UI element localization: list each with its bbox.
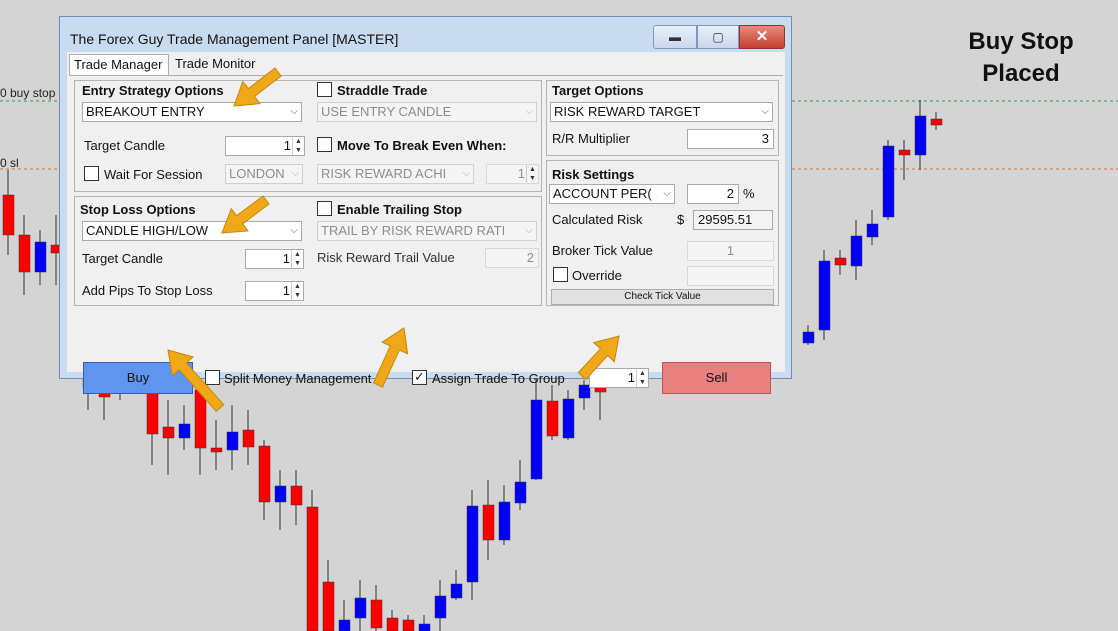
assign-group-arrow-icon — [372, 327, 409, 388]
entry-strategy-arrow-icon — [233, 67, 282, 107]
stop-loss-arrow-icon — [221, 195, 270, 234]
annotation-arrows — [167, 67, 620, 413]
buy-button-arrow-icon — [167, 349, 225, 413]
group-number-arrow-icon — [577, 335, 620, 381]
